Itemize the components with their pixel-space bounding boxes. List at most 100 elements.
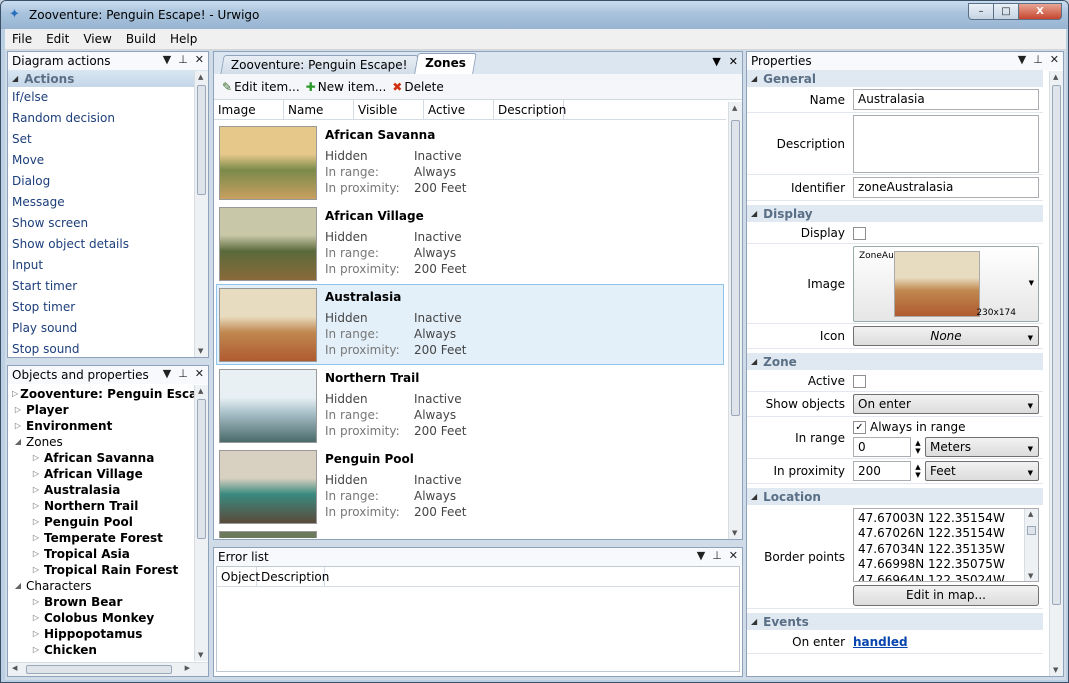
proximity-value-field[interactable]: 200 [853,461,911,481]
delete-button[interactable]: ✖ Delete [392,80,444,94]
menu-view[interactable]: View [76,32,118,46]
zone-row-partial[interactable] [216,527,724,538]
location-group-header[interactable]: ◢ Location [747,488,1043,505]
zone-row[interactable]: Northern Trail Hidden Inactive In range: A… [216,365,724,446]
name-field[interactable]: Australasia [853,89,1039,110]
action-item[interactable]: Show object details [8,234,208,255]
action-item[interactable]: Random decision [8,108,208,129]
expand-triangle-icon[interactable]: ▷ [30,466,42,482]
zone-group-header[interactable]: ◢ Zone [747,353,1043,370]
scroll-up-icon[interactable]: ▲ [198,387,203,395]
expand-triangle-icon[interactable]: ▷ [12,402,24,418]
tree-node[interactable]: ▷ Tropical Asia [8,546,194,562]
border-point[interactable]: 47.66998N 122.35075W [858,557,1034,573]
collapse-triangle-icon[interactable]: ◢ [12,578,24,594]
active-checkbox[interactable] [853,374,866,388]
always-in-range-checkbox[interactable]: ✓ [853,420,866,434]
range-value-field[interactable]: 0 [853,436,911,457]
action-item[interactable]: Show screen [8,213,208,234]
image-selector[interactable]: ZoneAustralasia 230x174 ▼ [853,245,1039,322]
expand-triangle-icon[interactable]: ▷ [30,610,42,626]
dropdown-icon[interactable]: ▼ [712,55,720,68]
tree-hscrollbar[interactable]: ◀ ▶ [8,662,208,676]
dropdown-icon[interactable]: ▼ [163,367,171,380]
border-point[interactable]: 47.67026N 122.35154W [858,526,1034,542]
edit-in-map-button[interactable]: Edit in map... [853,584,1039,606]
border-point[interactable]: 47.67034N 122.35135W [858,542,1034,558]
action-item[interactable]: Set [8,129,208,150]
actions-group-header[interactable]: ◢ Actions [8,70,208,87]
tab-penguin-escape[interactable]: Zooventure: Penguin Escape! [220,55,419,74]
border-point[interactable]: 47.67003N 122.35154W [858,511,1034,527]
action-item[interactable]: Move [8,150,208,171]
dropdown-icon[interactable]: ▼ [1018,53,1026,66]
expand-triangle-icon[interactable]: ▷ [30,642,42,658]
display-checkbox[interactable] [853,226,866,240]
menu-file[interactable]: File [5,32,39,46]
scroll-right-icon[interactable]: ▶ [185,664,190,672]
tree-node[interactable]: ◢ Zones [8,434,194,450]
identifier-field[interactable]: zoneAustralasia [853,177,1039,198]
proximity-spinner[interactable]: ▲ ▼ [911,463,925,479]
tree-node[interactable]: ◢ Characters [8,578,194,594]
actions-scrollbar[interactable]: ▲ ▼ [194,71,208,357]
col-visible[interactable]: Visible [354,100,424,119]
description-field[interactable] [853,114,1039,173]
pin-icon[interactable]: ⊥ [178,367,188,380]
zone-row[interactable]: African Village Hidden Inactive In range:… [216,203,724,284]
expand-triangle-icon[interactable]: ▷ [30,450,42,466]
tree-node[interactable]: ▷ Player [8,402,194,418]
col-object[interactable]: Object [217,567,260,586]
maximize-button[interactable]: □ [993,3,1019,20]
col-active[interactable]: Active [424,100,494,119]
action-item[interactable]: Play sound [8,318,208,339]
dropdown-icon[interactable]: ▼ [1029,279,1034,287]
zones-scrollbar[interactable]: ▲ ▼ [728,102,742,539]
action-item[interactable]: Dialog [8,171,208,192]
scroll-thumb[interactable] [197,399,206,539]
close-button[interactable]: X [1018,3,1062,20]
border-point[interactable]: 47.66964N 122.35024W [858,573,1034,581]
scroll-up-icon[interactable]: ▲ [1053,73,1058,81]
range-spinner[interactable]: ▲ ▼ [911,439,925,455]
properties-scrollbar[interactable]: ▲ ▼ [1049,71,1063,676]
zone-row[interactable]: African Savanna Hidden Inactive In range:… [216,122,724,203]
col-image[interactable]: Image [214,100,284,119]
tree-node[interactable]: ▷ Hippopotamus [8,626,194,642]
tree-node[interactable]: ▷ Penguin Pool [8,514,194,530]
action-item[interactable]: If/else [8,87,208,108]
action-item[interactable]: Message [8,192,208,213]
new-item-button[interactable]: ✚ New item... [306,80,387,94]
scroll-thumb[interactable] [197,85,206,195]
tree-node[interactable]: ▷ African Savanna [8,450,194,466]
tree-node[interactable]: ▷ Environment [8,418,194,434]
expand-triangle-icon[interactable]: ▷ [12,418,24,434]
scroll-thumb[interactable] [26,665,172,674]
tree-node[interactable]: ▷ Temperate Forest [8,530,194,546]
on-enter-link[interactable]: handled [853,635,908,649]
scroll-down-icon[interactable]: ▼ [1053,666,1058,674]
expand-triangle-icon[interactable]: ▷ [30,562,42,578]
close-icon[interactable]: ✕ [729,55,738,68]
minimize-button[interactable]: – [968,3,994,20]
expand-triangle-icon[interactable]: ▷ [30,530,42,546]
col-description[interactable]: Description [494,100,566,119]
col-name[interactable]: Name [284,100,354,119]
expand-triangle-icon[interactable]: ▷ [30,498,42,514]
expand-triangle-icon[interactable]: ▷ [30,482,42,498]
border-points-list[interactable]: 47.67003N 122.35154W 47.67026N 122.35154W… [853,507,1039,582]
tree-node[interactable]: ▷ Brown Bear [8,594,194,610]
tree-node[interactable]: ▷Zooventure: Penguin Escape [8,386,194,402]
points-scrollbar[interactable]: ▲ ▼ [1024,508,1038,581]
tree-node[interactable]: ▷ Northern Trail [8,498,194,514]
expand-triangle-icon[interactable]: ▷ [30,514,42,530]
expand-triangle-icon[interactable]: ▷ [30,626,42,642]
tree-node[interactable]: ▷ African Village [8,466,194,482]
expand-triangle-icon[interactable]: ▷ [30,594,42,610]
dropdown-icon[interactable]: ▼ [163,53,171,66]
close-icon[interactable]: ✕ [729,549,738,562]
range-unit-combo[interactable]: Meters [925,436,1039,457]
scroll-up-icon[interactable]: ▲ [198,73,203,81]
action-item[interactable]: Stop timer [8,297,208,318]
expand-triangle-icon[interactable]: ▷ [12,386,18,402]
